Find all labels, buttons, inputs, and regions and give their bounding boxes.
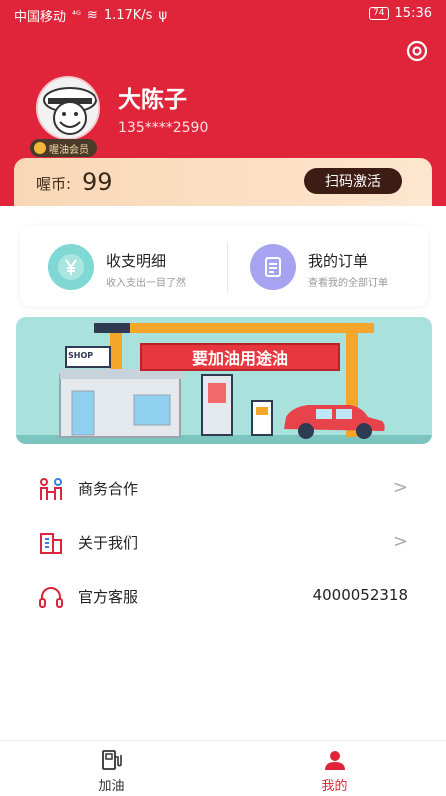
member-badge: 喔油会员: [30, 139, 97, 157]
yuan-icon: [48, 244, 94, 290]
member-coin-icon: [34, 142, 46, 154]
income-expense-title: 收支明细: [106, 252, 167, 270]
my-orders-title: 我的订单: [308, 252, 369, 270]
user-name: 大陈子: [118, 87, 187, 113]
order-icon: [250, 244, 296, 290]
network-speed: 1.17K/s: [103, 8, 153, 23]
signal-icon: ⁴ᴳ: [72, 10, 81, 21]
status-bar: 中国移动 ⁴ᴳ ≋ 1.17K/s ψ 74 15:36: [0, 0, 446, 28]
tab-mine-label: 我的: [321, 779, 348, 794]
banner-headline: 要加油用途油: [140, 343, 340, 371]
tab-refuel[interactable]: 加油: [0, 741, 223, 796]
menu-item-customer-service[interactable]: 官方客服 4000052318: [0, 569, 446, 623]
bottom-tab-bar: 加油 我的: [0, 740, 446, 796]
member-badge-label: 喔油会员: [49, 144, 89, 156]
profile-header: 中国移动 ⁴ᴳ ≋ 1.17K/s ψ 74 15:36 喔油会员 大陈子 13…: [0, 0, 446, 206]
clock-time: 15:36: [394, 6, 432, 21]
battery-icon: 74: [369, 7, 389, 20]
chevron-right-icon: >: [392, 477, 408, 498]
menu-item-about[interactable]: 关于我们 >: [0, 515, 446, 569]
coin-balance-bar: 喔币: 99 扫码激活: [14, 158, 432, 206]
avatar-image: [38, 78, 98, 138]
wifi-icon: ≋: [86, 8, 98, 23]
promo-banner[interactable]: SHOP 要加油用途油: [16, 317, 432, 444]
user-phone: 135****2590: [118, 120, 209, 136]
income-expense-subtitle: 收入支出一目了然: [106, 278, 186, 289]
gas-station-illustration: [16, 323, 432, 444]
coin-label: 喔币:: [36, 175, 72, 193]
my-orders-link[interactable]: 我的订单 查看我的全部订单: [224, 226, 428, 306]
coin-value: 99: [82, 168, 113, 196]
menu-label-cooperation: 商务合作: [78, 480, 139, 498]
quick-links-card: 收支明细 收入支出一目了然 我的订单 查看我的全部订单: [20, 226, 428, 306]
tab-mine[interactable]: 我的: [223, 741, 446, 796]
avatar[interactable]: [36, 76, 100, 140]
menu-label-customer-service: 官方客服: [78, 588, 139, 606]
my-orders-subtitle: 查看我的全部订单: [308, 278, 388, 289]
fuel-pump-icon: [102, 750, 122, 770]
settings-gear-icon[interactable]: [404, 38, 430, 64]
customer-service-phone[interactable]: 4000052318: [313, 586, 408, 604]
income-expense-link[interactable]: 收支明细 收入支出一目了然: [20, 226, 224, 306]
profile-icon: [325, 751, 345, 770]
scan-activate-button[interactable]: 扫码激活: [304, 168, 402, 194]
building-icon: [40, 533, 62, 554]
carrier-label: 中国移动: [14, 10, 67, 25]
cooperation-icon: [40, 478, 62, 500]
menu-label-about: 关于我们: [78, 534, 139, 552]
headset-icon: [39, 587, 63, 608]
chevron-right-icon: >: [392, 531, 408, 552]
shop-sign: SHOP: [68, 351, 94, 360]
tab-refuel-label: 加油: [98, 779, 125, 794]
menu-item-cooperation[interactable]: 商务合作 >: [0, 461, 446, 515]
usb-icon: ψ: [158, 8, 168, 23]
